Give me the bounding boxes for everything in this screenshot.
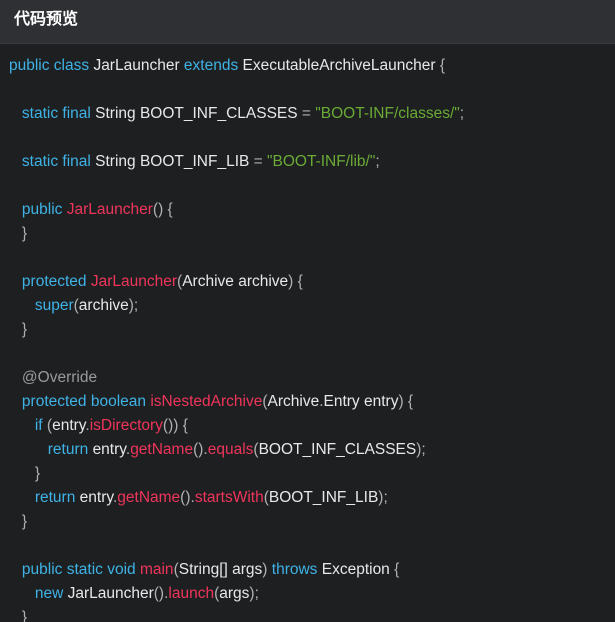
code-token: ); <box>128 297 139 314</box>
code-token: { <box>394 561 400 578</box>
code-line: super(archive); <box>9 294 615 318</box>
code-token: ExecutableArchiveLauncher <box>242 57 440 74</box>
code-token: JarLauncher <box>93 57 184 74</box>
code-token: JarLauncher <box>67 585 154 602</box>
code-token: throws <box>271 561 322 578</box>
code-token: public class <box>9 57 94 74</box>
code-token: Archive archive <box>182 273 289 290</box>
code-token: extends <box>183 57 243 74</box>
code-block[interactable]: public class JarLauncher extends Executa… <box>0 44 615 622</box>
code-line: new JarLauncher().launch(args); <box>9 582 615 606</box>
code-line: static final String BOOT_INF_LIB = "BOOT… <box>9 150 615 174</box>
code-token: BOOT_INF_LIB <box>268 489 379 506</box>
code-token: if <box>9 417 47 434</box>
code-token: Entry entry <box>323 393 399 410</box>
code-token: ); <box>416 441 426 458</box>
code-token: args <box>219 585 250 602</box>
code-token: archive <box>78 297 129 314</box>
code-token: = <box>253 153 268 170</box>
code-token: "BOOT-INF/lib/" <box>267 153 376 170</box>
code-token: @Override <box>9 369 98 386</box>
code-token: (). <box>153 585 169 602</box>
code-line: @Override <box>9 366 615 390</box>
code-token: return <box>9 489 80 506</box>
code-token: isNestedArchive <box>150 393 263 410</box>
code-line: return entry.getName().startsWith(BOOT_I… <box>9 486 615 510</box>
code-token: String[] args <box>178 561 263 578</box>
code-token: JarLauncher <box>66 201 153 218</box>
code-token: } <box>9 321 28 338</box>
code-token: entry <box>92 441 126 458</box>
code-token: static final <box>9 153 96 170</box>
code-preview-panel: 代码预览 public class JarLauncher extends Ex… <box>0 0 615 622</box>
code-token: return <box>9 441 93 458</box>
code-token: ) { <box>288 273 303 290</box>
code-line: protected JarLauncher(Archive archive) { <box>9 270 615 294</box>
code-line: return entry.getName().equals(BOOT_INF_C… <box>9 438 615 462</box>
code-token: static final <box>9 105 96 122</box>
code-token: (). <box>180 489 195 506</box>
code-token: isDirectory <box>89 417 163 434</box>
code-token: } <box>9 225 28 242</box>
code-token: getName <box>117 489 181 506</box>
code-line: protected boolean isNestedArchive(Archiv… <box>9 390 615 414</box>
code-token: entry <box>52 417 86 434</box>
code-token: equals <box>207 441 254 458</box>
code-line: } <box>9 222 615 246</box>
code-token: protected <box>9 273 91 290</box>
code-token: entry <box>79 489 113 506</box>
code-token: Exception <box>321 561 395 578</box>
code-token: String BOOT_INF_CLASSES <box>95 105 302 122</box>
panel-title: 代码预览 <box>0 0 615 44</box>
code-token: ); <box>378 489 388 506</box>
code-token: (). <box>193 441 208 458</box>
code-token: JarLauncher <box>90 273 178 290</box>
code-token: ()) { <box>162 417 188 434</box>
code-token: protected boolean <box>9 393 151 410</box>
code-token: new <box>9 585 68 602</box>
code-token: } <box>9 513 28 530</box>
code-token: ; <box>459 105 465 122</box>
code-token: public <box>9 201 67 218</box>
code-line: } <box>9 510 615 534</box>
code-token: ) <box>262 561 272 578</box>
code-line: } <box>9 318 615 342</box>
code-token: getName <box>130 441 194 458</box>
code-line: public JarLauncher() { <box>9 198 615 222</box>
code-token: ); <box>249 585 259 602</box>
code-line: public static void main(String[] args) t… <box>9 558 615 582</box>
code-line: static final String BOOT_INF_CLASSES = "… <box>9 102 615 126</box>
code-token: BOOT_INF_CLASSES <box>258 441 417 458</box>
code-token: public static void <box>9 561 140 578</box>
code-token: String BOOT_INF_LIB <box>95 153 254 170</box>
code-token: Archive <box>267 393 320 410</box>
code-token: } <box>9 609 28 622</box>
code-token: launch <box>168 585 215 602</box>
code-token: ; <box>375 153 380 170</box>
code-line: if (entry.isDirectory()) { <box>9 414 615 438</box>
code-token: = <box>301 105 316 122</box>
code-token: "BOOT-INF/classes/" <box>315 105 460 122</box>
code-token: { <box>439 57 446 74</box>
code-token: ) { <box>398 393 414 410</box>
code-line: } <box>9 462 615 486</box>
code-line: } <box>9 606 615 622</box>
code-token: startsWith <box>194 489 264 506</box>
code-token: main <box>139 561 174 578</box>
code-line: public class JarLauncher extends Executa… <box>9 54 615 78</box>
code-token: super <box>9 297 74 314</box>
code-token: () { <box>152 201 173 218</box>
code-token: } <box>9 465 41 482</box>
